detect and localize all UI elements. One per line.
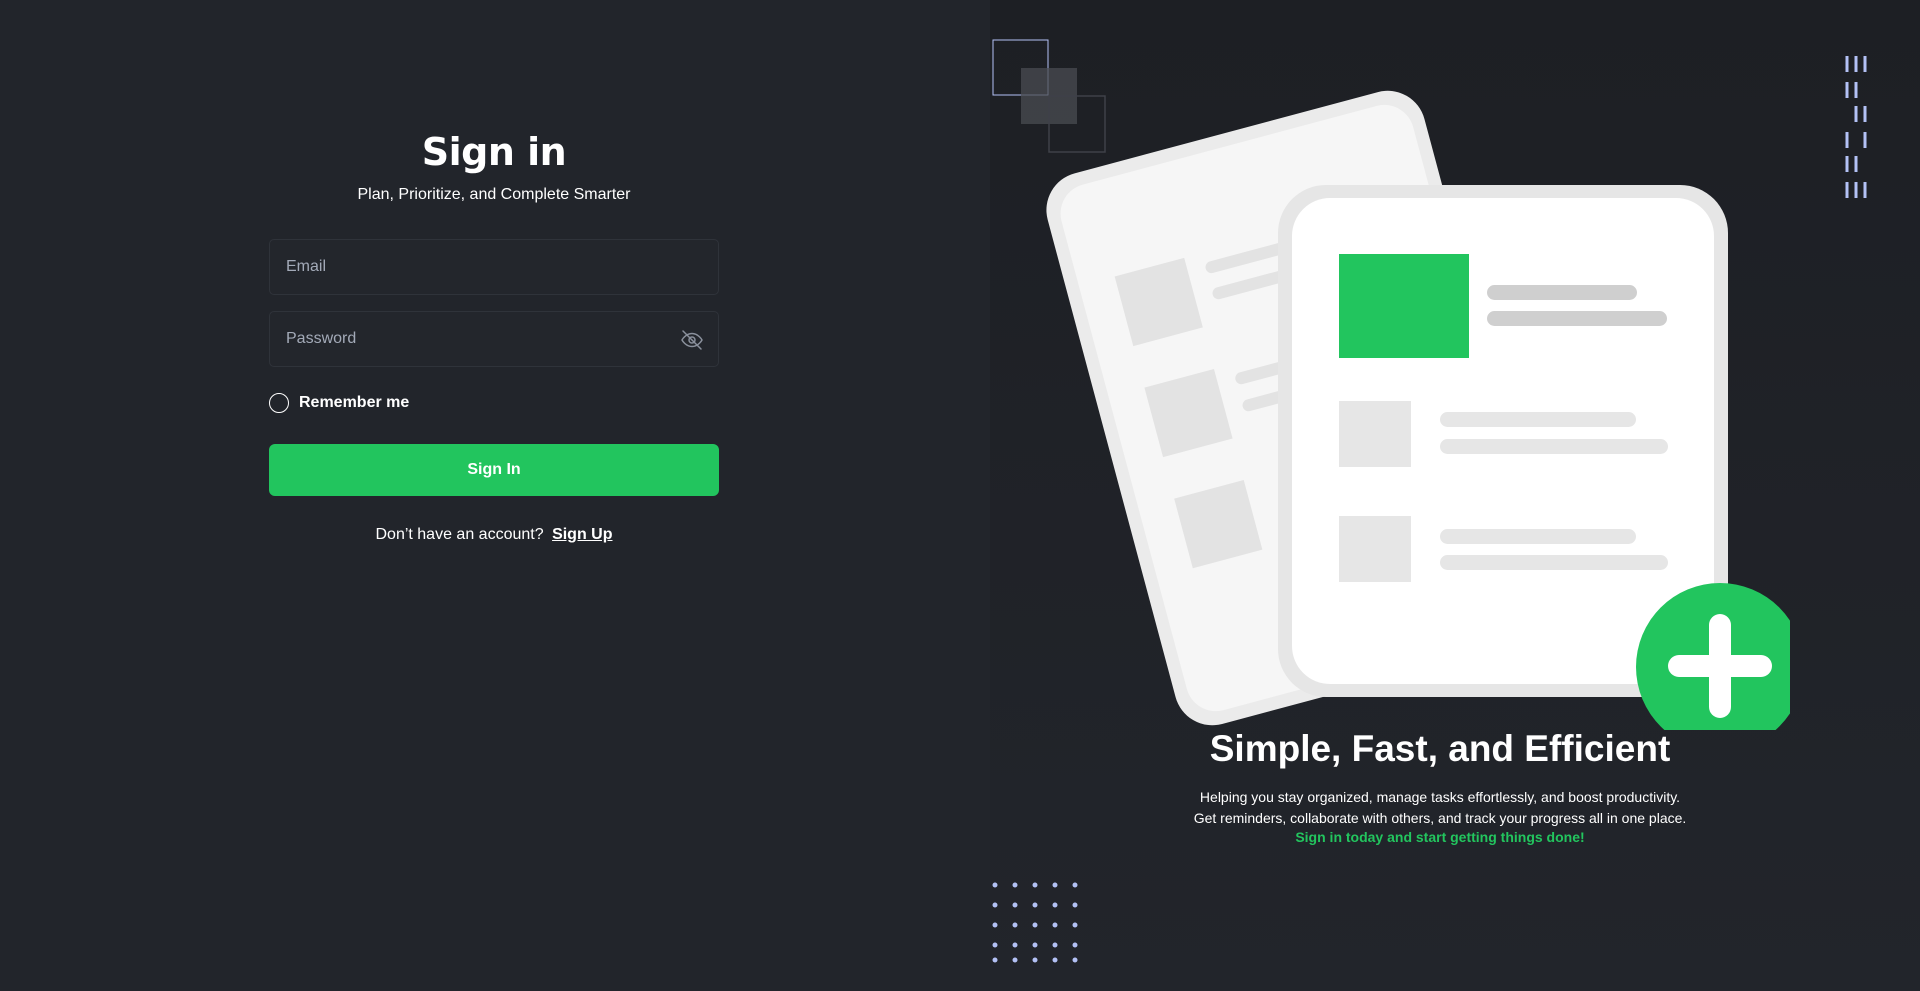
eye-slash-icon[interactable]	[680, 328, 704, 352]
hero-description-line-2: Get reminders, collaborate with others, …	[1193, 810, 1687, 826]
remember-me-radio[interactable]	[269, 393, 289, 413]
signin-title: Sign in	[421, 130, 567, 174]
decor-dot-grid	[992, 882, 1078, 963]
hero-description: Helping you stay organized, manage tasks…	[1040, 787, 1840, 829]
password-input[interactable]	[270, 312, 718, 366]
hero-cta: Sign in today and start getting things d…	[1295, 829, 1585, 845]
decor-dashes	[1845, 56, 1867, 198]
signup-prompt: Don’t have an account? Sign Up	[269, 526, 719, 544]
remember-me-checkbox[interactable]: Remember me	[269, 393, 409, 413]
email-input[interactable]	[270, 240, 718, 294]
decor-squares	[992, 39, 1106, 153]
hero-title: Simple, Fast, and Efficient	[1209, 728, 1671, 769]
signin-button[interactable]: Sign In	[269, 444, 719, 496]
signup-link[interactable]: Sign Up	[552, 526, 612, 543]
plus-icon	[1636, 583, 1790, 730]
signup-prompt-text: Don’t have an account?	[375, 526, 544, 543]
signin-subtitle: Plan, Prioritize, and Complete Smarter	[357, 186, 631, 203]
email-field-wrapper	[269, 239, 719, 295]
task-highlight-block	[1339, 254, 1469, 358]
hero-description-line-1: Helping you stay organized, manage tasks…	[1199, 789, 1681, 805]
remember-me-label: Remember me	[299, 394, 410, 411]
password-field-wrapper	[269, 311, 719, 367]
